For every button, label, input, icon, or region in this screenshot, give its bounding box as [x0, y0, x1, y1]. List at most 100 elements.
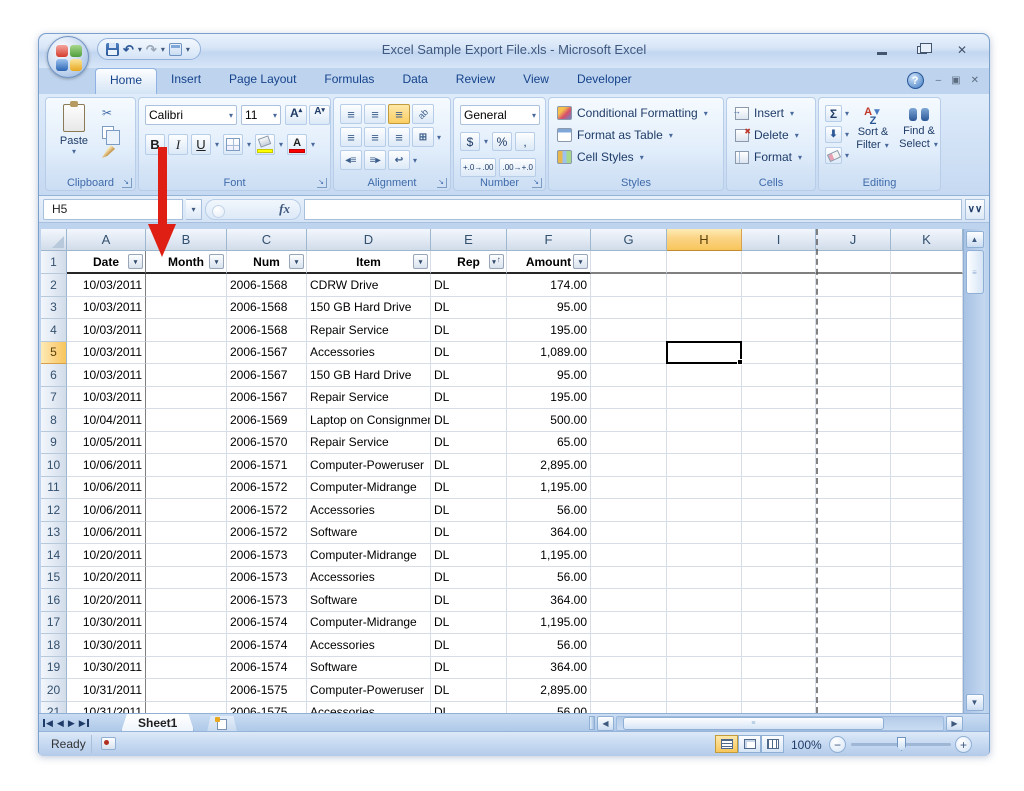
fill-dropdown-icon[interactable]: ▾: [844, 130, 850, 139]
cell-D8[interactable]: Laptop on Consignment: [307, 409, 431, 432]
cell-K13[interactable]: [891, 522, 963, 545]
cell-B11[interactable]: [146, 477, 227, 500]
cell-K16[interactable]: [891, 589, 963, 612]
insert-cells-button[interactable]: Insert▾: [735, 106, 803, 120]
last-sheet-icon[interactable]: ▶: [79, 718, 89, 729]
filter-icon-date[interactable]: ▾: [128, 254, 143, 269]
cell-I3[interactable]: [742, 297, 816, 320]
cell-F16[interactable]: 364.00: [507, 589, 591, 612]
row-header-13[interactable]: 13: [41, 522, 67, 545]
accounting-format-button[interactable]: $: [460, 132, 480, 151]
column-header-K[interactable]: K: [891, 229, 963, 251]
grow-font-button[interactable]: A▴: [285, 105, 307, 125]
cell-E14[interactable]: DL: [431, 544, 507, 567]
next-sheet-icon[interactable]: ▶: [68, 718, 75, 729]
tab-view[interactable]: View: [509, 68, 563, 94]
cell-G16[interactable]: [591, 589, 667, 612]
cell-K5[interactable]: [891, 342, 963, 365]
cell-B10[interactable]: [146, 454, 227, 477]
cell-J18[interactable]: [816, 634, 891, 657]
header-cell-date[interactable]: Date▾: [67, 251, 146, 274]
filter-icon-month[interactable]: ▾: [209, 254, 224, 269]
cell-J11[interactable]: [816, 477, 891, 500]
cell-B5[interactable]: [146, 342, 227, 365]
cell-C2[interactable]: 2006-1568: [227, 274, 307, 297]
cell-B9[interactable]: [146, 432, 227, 455]
row-header-8[interactable]: 8: [41, 409, 67, 432]
clear-icon[interactable]: [825, 147, 842, 164]
row-header-14[interactable]: 14: [41, 544, 67, 567]
cell-G4[interactable]: [591, 319, 667, 342]
cell-E19[interactable]: DL: [431, 657, 507, 680]
cell-D6[interactable]: 150 GB Hard Drive: [307, 364, 431, 387]
cell-I17[interactable]: [742, 612, 816, 635]
row-header-18[interactable]: 18: [41, 634, 67, 657]
row-header-6[interactable]: 6: [41, 364, 67, 387]
cell-G3[interactable]: [591, 297, 667, 320]
cell-E6[interactable]: DL: [431, 364, 507, 387]
align-bottom-button[interactable]: ≡: [388, 104, 410, 124]
vertical-scrollbar[interactable]: ▲ ≡ ▼: [963, 229, 985, 713]
cell-A20[interactable]: 10/31/2011: [67, 679, 146, 702]
find-select-button[interactable]: Find &Select ▾: [897, 108, 941, 151]
cell-F3[interactable]: 95.00: [507, 297, 591, 320]
cell-K8[interactable]: [891, 409, 963, 432]
cell-G13[interactable]: [591, 522, 667, 545]
cell-H19[interactable]: [667, 657, 742, 680]
cell-E11[interactable]: DL: [431, 477, 507, 500]
cell-J17[interactable]: [816, 612, 891, 635]
tab-split-handle[interactable]: [589, 716, 595, 730]
cell-E12[interactable]: DL: [431, 499, 507, 522]
scroll-up-icon[interactable]: ▲: [966, 231, 984, 248]
cell-E7[interactable]: DL: [431, 387, 507, 410]
cell-H15[interactable]: [667, 567, 742, 590]
row-header-5[interactable]: 5: [41, 342, 67, 365]
cell-I9[interactable]: [742, 432, 816, 455]
align-center-button[interactable]: ≡: [364, 127, 386, 147]
header-cell-item[interactable]: Item▾: [307, 251, 431, 274]
cell-K12[interactable]: [891, 499, 963, 522]
cell-A8[interactable]: 10/04/2011: [67, 409, 146, 432]
cell-I21[interactable]: [742, 702, 816, 714]
font-dialog-launcher-icon[interactable]: [317, 178, 327, 188]
row-header-21[interactable]: 21: [41, 702, 67, 714]
horizontal-scrollbar[interactable]: ◀ ≡ ▶: [589, 715, 963, 731]
row-header-1[interactable]: 1: [41, 251, 67, 274]
cell-J15[interactable]: [816, 567, 891, 590]
cell-C5[interactable]: 2006-1567: [227, 342, 307, 365]
cell-C13[interactable]: 2006-1572: [227, 522, 307, 545]
font-color-button[interactable]: A: [287, 134, 307, 155]
cell-B4[interactable]: [146, 319, 227, 342]
filter-icon-rep[interactable]: ▾↑: [489, 254, 504, 269]
cell-C10[interactable]: 2006-1571: [227, 454, 307, 477]
cell[interactable]: [742, 251, 816, 274]
cell-I2[interactable]: [742, 274, 816, 297]
cell-K2[interactable]: [891, 274, 963, 297]
cell-F14[interactable]: 1,195.00: [507, 544, 591, 567]
cell-K15[interactable]: [891, 567, 963, 590]
cell-A7[interactable]: 10/03/2011: [67, 387, 146, 410]
cell-H6[interactable]: [667, 364, 742, 387]
cell-F7[interactable]: 195.00: [507, 387, 591, 410]
select-all-corner[interactable]: [41, 229, 67, 251]
autosum-icon[interactable]: Σ: [825, 105, 842, 122]
macro-record-icon[interactable]: [101, 737, 116, 750]
cell-H21[interactable]: [667, 702, 742, 714]
cell-A14[interactable]: 10/20/2011: [67, 544, 146, 567]
cell-B8[interactable]: [146, 409, 227, 432]
workbook-restore-icon[interactable]: ▣: [951, 75, 960, 86]
decrease-indent-button[interactable]: ◂≡: [340, 150, 362, 170]
cell-F10[interactable]: 2,895.00: [507, 454, 591, 477]
paste-button[interactable]: Paste ▾: [52, 104, 96, 170]
vertical-scroll-thumb[interactable]: ≡: [966, 250, 984, 294]
cell-B2[interactable]: [146, 274, 227, 297]
conditional-formatting-button[interactable]: Conditional Formatting▾: [557, 106, 709, 120]
cell-H13[interactable]: [667, 522, 742, 545]
cell-B7[interactable]: [146, 387, 227, 410]
cell-G5[interactable]: [591, 342, 667, 365]
row-header-9[interactable]: 9: [41, 432, 67, 455]
cell-I7[interactable]: [742, 387, 816, 410]
cell-G6[interactable]: [591, 364, 667, 387]
align-top-button[interactable]: ≡: [340, 104, 362, 124]
autosum-dropdown-icon[interactable]: ▾: [844, 109, 850, 118]
